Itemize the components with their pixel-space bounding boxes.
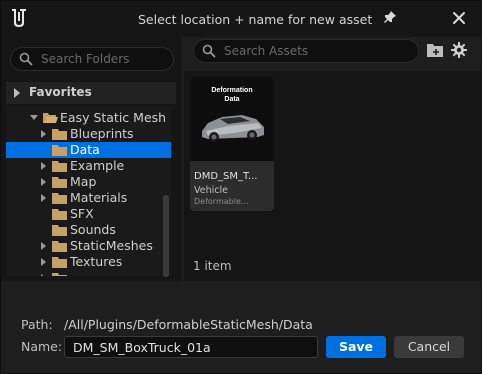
asset-subtype: Deformable...: [194, 197, 249, 206]
save-button[interactable]: Save: [326, 336, 386, 358]
collapse-arrow-icon[interactable]: [30, 115, 38, 120]
tree-item-label: SFX: [70, 206, 94, 221]
expand-arrow-icon[interactable]: [41, 130, 46, 138]
asset-name-input[interactable]: [64, 336, 318, 358]
folder-icon: [52, 193, 67, 204]
expand-arrow-icon[interactable]: [14, 88, 20, 98]
item-count: 1 item: [193, 259, 232, 273]
path-label: Path:: [21, 317, 53, 332]
expand-arrow-icon[interactable]: [41, 194, 46, 202]
tree-item-staticmeshes[interactable]: StaticMeshes: [6, 238, 171, 254]
tree-item-partial[interactable]: [6, 270, 171, 276]
folder-icon: [52, 241, 67, 252]
expand-arrow-icon[interactable]: [41, 258, 46, 266]
favorites-section[interactable]: Favorites: [6, 82, 176, 104]
expand-arrow-icon[interactable]: [41, 274, 46, 276]
tree-item-label: Data: [70, 142, 100, 157]
thumbnail-title: Deformation Data: [211, 87, 253, 103]
search-icon: [202, 44, 216, 58]
tree-item-label: Textures: [70, 254, 123, 269]
search-assets-placeholder: Search Assets: [224, 44, 309, 58]
cancel-button[interactable]: Cancel: [394, 336, 464, 358]
tree-item-textures[interactable]: Textures: [6, 254, 171, 270]
tree-item-sounds[interactable]: Sounds: [6, 222, 171, 238]
folder-open-icon: [43, 113, 58, 123]
tree-item-label: Sounds: [70, 222, 116, 237]
folder-tree: Easy Static Mesh Blueprints Data Example…: [6, 106, 171, 276]
add-folder-icon[interactable]: [427, 43, 443, 57]
tree-item-label: Example: [70, 158, 125, 173]
tree-item-easy-static-mesh[interactable]: Easy Static Mesh: [6, 110, 171, 126]
folder-icon: [52, 209, 67, 220]
search-folders-placeholder: Search Folders: [41, 52, 130, 66]
tree-item-label: Materials: [70, 190, 128, 205]
title-bar: Select location + name for new asset: [1, 1, 481, 37]
dialog-title: Select location + name for new asset: [138, 12, 373, 27]
folder-icon: [52, 225, 67, 236]
folder-icon: [52, 145, 67, 156]
tree-item-label: StaticMeshes: [70, 238, 153, 253]
pin-icon[interactable]: [383, 10, 397, 24]
asset-tile[interactable]: Deformation Data DMD_SM_T... Vehicle Def…: [190, 77, 274, 211]
save-asset-dialog: Select location + name for new asset Sea…: [0, 0, 482, 374]
close-icon[interactable]: [452, 11, 466, 25]
tree-item-label: Blueprints: [70, 126, 134, 141]
search-folders-input[interactable]: Search Folders: [10, 47, 174, 71]
folder-icon: [52, 129, 67, 140]
tree-item-label: Easy Static Mesh: [60, 110, 167, 125]
tree-item-label: Map: [70, 174, 97, 189]
tree-item-sfx[interactable]: SFX: [6, 206, 171, 222]
path-value: /All/Plugins/DeformableStaticMesh/Data: [64, 317, 313, 332]
tree-item-data[interactable]: Data: [6, 142, 171, 158]
folder-icon: [52, 161, 67, 172]
folder-panel: Search Folders Favorites Easy Static Mes…: [1, 37, 181, 281]
unreal-logo-icon: [12, 9, 26, 27]
asset-thumbnail: Deformation Data: [190, 77, 274, 161]
favorites-label: Favorites: [29, 85, 92, 99]
expand-arrow-icon[interactable]: [41, 242, 46, 250]
tree-item-map[interactable]: Map: [6, 174, 171, 190]
search-icon: [19, 52, 33, 66]
tree-item-materials[interactable]: Materials: [6, 190, 171, 206]
folder-tree-scrollbar[interactable]: [163, 195, 169, 277]
tree-item-example[interactable]: Example: [6, 158, 171, 174]
search-assets-input[interactable]: Search Assets: [193, 39, 419, 63]
tree-item-blueprints[interactable]: Blueprints: [6, 126, 171, 142]
expand-arrow-icon[interactable]: [41, 178, 46, 186]
asset-panel: Search Assets Deformation Data DMD_SM_T.…: [184, 37, 481, 281]
settings-gear-icon[interactable]: [451, 42, 467, 58]
folder-icon: [52, 273, 67, 276]
asset-type: Vehicle: [194, 185, 228, 196]
asset-name: DMD_SM_T...: [194, 171, 258, 182]
name-label: Name:: [21, 339, 63, 354]
expand-arrow-icon[interactable]: [41, 162, 46, 170]
bottom-bar: Path: /All/Plugins/DeformableStaticMesh/…: [1, 281, 481, 373]
folder-icon: [52, 177, 67, 188]
folder-icon: [52, 257, 67, 268]
asset-grid: Deformation Data DMD_SM_T... Vehicle Def…: [184, 71, 481, 281]
car-thumbnail-icon: [202, 115, 264, 142]
